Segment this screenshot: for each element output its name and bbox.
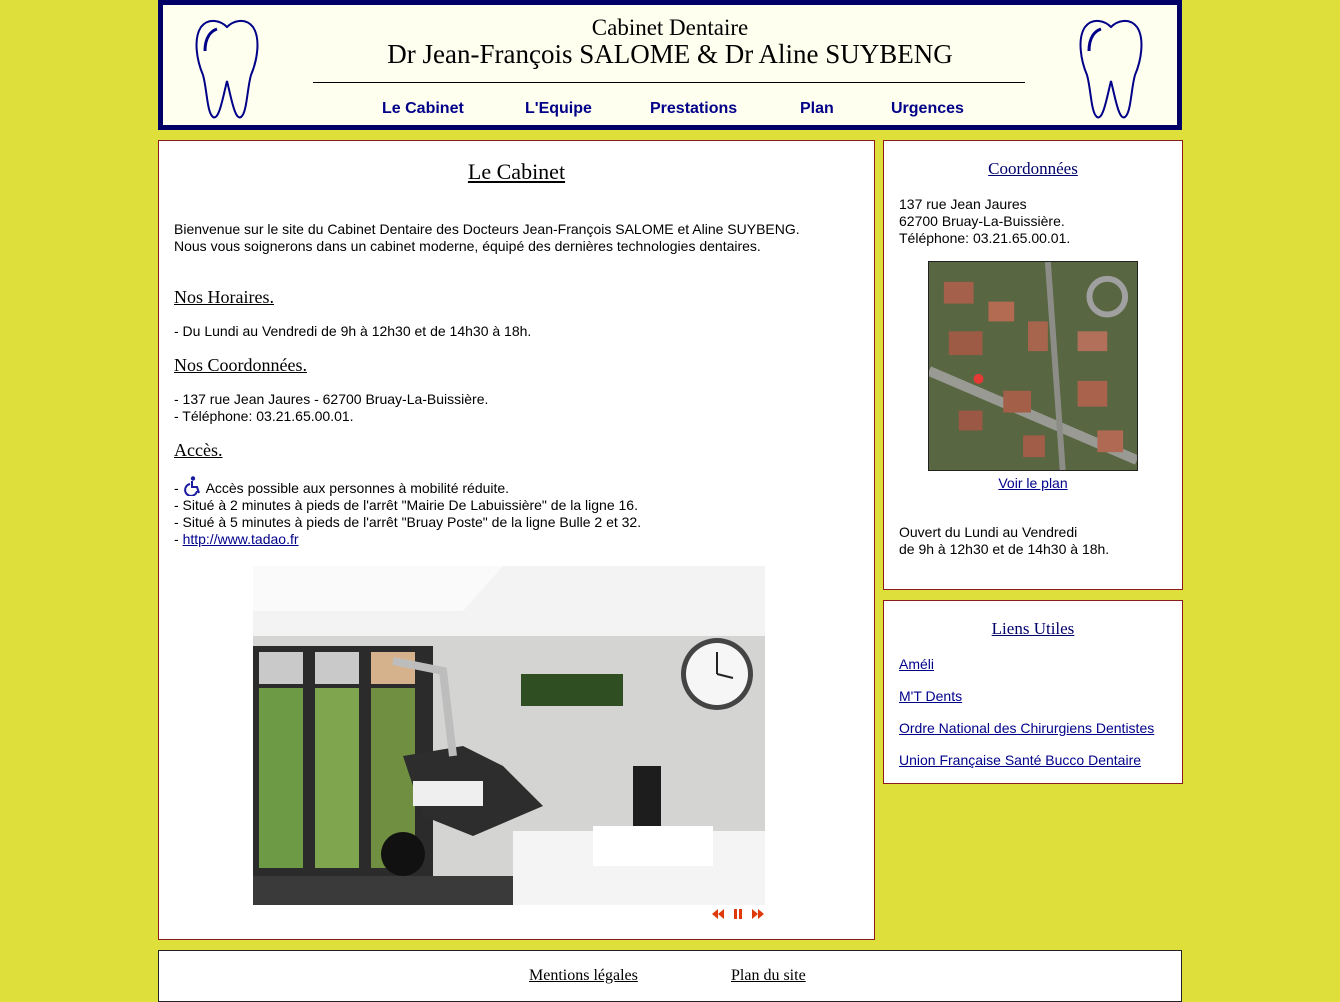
nav-prestations[interactable]: Prestations bbox=[650, 100, 737, 118]
opening-days: Ouvert du Lundi au Vendredi bbox=[899, 524, 1078, 540]
address-street: 137 rue Jean Jaures bbox=[899, 196, 1027, 212]
sidebar-useful-links: Liens Utiles Améli M'T Dents Ordre Natio… bbox=[883, 600, 1183, 784]
access-line-2: - Situé à 2 minutes à pieds de l'arrêt "… bbox=[174, 497, 638, 513]
opening-hours: Ouvert du Lundi au Vendredi de 9h à 12h3… bbox=[899, 524, 1172, 558]
map-thumbnail[interactable] bbox=[928, 261, 1138, 471]
main-nav: Le Cabinet L'Equipe Prestations Plan Urg… bbox=[163, 100, 1177, 120]
header-subtitle: Cabinet Dentaire bbox=[591, 15, 749, 40]
tadao-link[interactable]: http://www.tadao.fr bbox=[183, 531, 299, 547]
coords-title-link[interactable]: Coordonnées bbox=[884, 159, 1182, 179]
site-footer: Mentions légales Plan du site bbox=[158, 950, 1182, 1002]
access-line-4: - http://www.tadao.fr bbox=[174, 531, 864, 548]
nav-urgences[interactable]: Urgences bbox=[891, 100, 964, 118]
access-heading: Accès. bbox=[174, 440, 223, 460]
coords-text: - 137 rue Jean Jaures - 62700 Bruay-La-B… bbox=[174, 391, 864, 425]
hours-text: - Du Lundi au Vendredi de 9h à 12h30 et … bbox=[174, 323, 532, 339]
next-icon[interactable] bbox=[751, 907, 765, 921]
access-mobility: Accès possible aux personnes à mobilité … bbox=[205, 480, 510, 496]
coords-address: - 137 rue Jean Jaures - 62700 Bruay-La-B… bbox=[174, 391, 489, 407]
header-title: Dr Jean-François SALOME & Dr Aline SUYBE… bbox=[387, 39, 953, 69]
coords-phone: - Téléphone: 03.21.65.00.01. bbox=[174, 408, 354, 424]
access-line-1: - Accès possible aux personnes à mobilit… bbox=[174, 476, 864, 497]
sidebar-coordinates: Coordonnées 137 rue Jean Jaures 62700 Br… bbox=[883, 140, 1183, 590]
cabinet-photo bbox=[253, 566, 765, 905]
view-map-link[interactable]: Voir le plan bbox=[884, 475, 1182, 491]
link-ameli[interactable]: Améli bbox=[899, 656, 934, 672]
useful-links-title[interactable]: Liens Utiles bbox=[884, 619, 1182, 639]
site-header: Cabinet Dentaire Dr Jean-François SALOME… bbox=[158, 0, 1182, 130]
header-divider bbox=[313, 82, 1025, 83]
nav-plan[interactable]: Plan bbox=[800, 100, 834, 118]
main-content: Le Cabinet Bienvenue sur le site du Cabi… bbox=[158, 140, 875, 940]
intro-line-1: Bienvenue sur le site du Cabinet Dentair… bbox=[174, 221, 800, 237]
link-ordre-national[interactable]: Ordre National des Chirurgiens Dentistes bbox=[899, 720, 1154, 736]
previous-icon[interactable] bbox=[711, 907, 725, 921]
coords-heading: Nos Coordonnées. bbox=[174, 355, 307, 375]
pause-icon[interactable] bbox=[731, 907, 745, 921]
link-ufsbd[interactable]: Union Française Santé Bucco Dentaire bbox=[899, 752, 1141, 768]
header-inner: Cabinet Dentaire Dr Jean-François SALOME… bbox=[163, 5, 1177, 125]
page-title: Le Cabinet bbox=[467, 159, 566, 184]
nav-equipe[interactable]: L'Equipe bbox=[525, 100, 592, 118]
access-dash: - bbox=[174, 531, 183, 547]
access-line-3: - Situé à 5 minutes à pieds de l'arrêt "… bbox=[174, 514, 642, 530]
address-city: 62700 Bruay-La-Buissière. bbox=[899, 213, 1065, 229]
link-mt-dents[interactable]: M'T Dents bbox=[899, 688, 962, 704]
intro-line-2: Nous vous soignerons dans un cabinet mod… bbox=[174, 238, 761, 254]
access-text: - Accès possible aux personnes à mobilit… bbox=[174, 476, 864, 548]
access-dash: - bbox=[174, 480, 183, 496]
legal-notice-link[interactable]: Mentions légales bbox=[529, 967, 638, 985]
wheelchair-icon bbox=[183, 476, 200, 496]
intro-text: Bienvenue sur le site du Cabinet Dentair… bbox=[174, 221, 864, 255]
sitemap-link[interactable]: Plan du site bbox=[731, 967, 806, 985]
hours-heading: Nos Horaires. bbox=[174, 287, 274, 307]
opening-times: de 9h à 12h30 et de 14h30 à 18h. bbox=[899, 541, 1110, 557]
slider-controls bbox=[711, 907, 767, 921]
address-phone: Téléphone: 03.21.65.00.01. bbox=[899, 230, 1071, 246]
sidebar-address: 137 rue Jean Jaures 62700 Bruay-La-Buiss… bbox=[899, 196, 1172, 247]
nav-le-cabinet[interactable]: Le Cabinet bbox=[382, 100, 464, 118]
